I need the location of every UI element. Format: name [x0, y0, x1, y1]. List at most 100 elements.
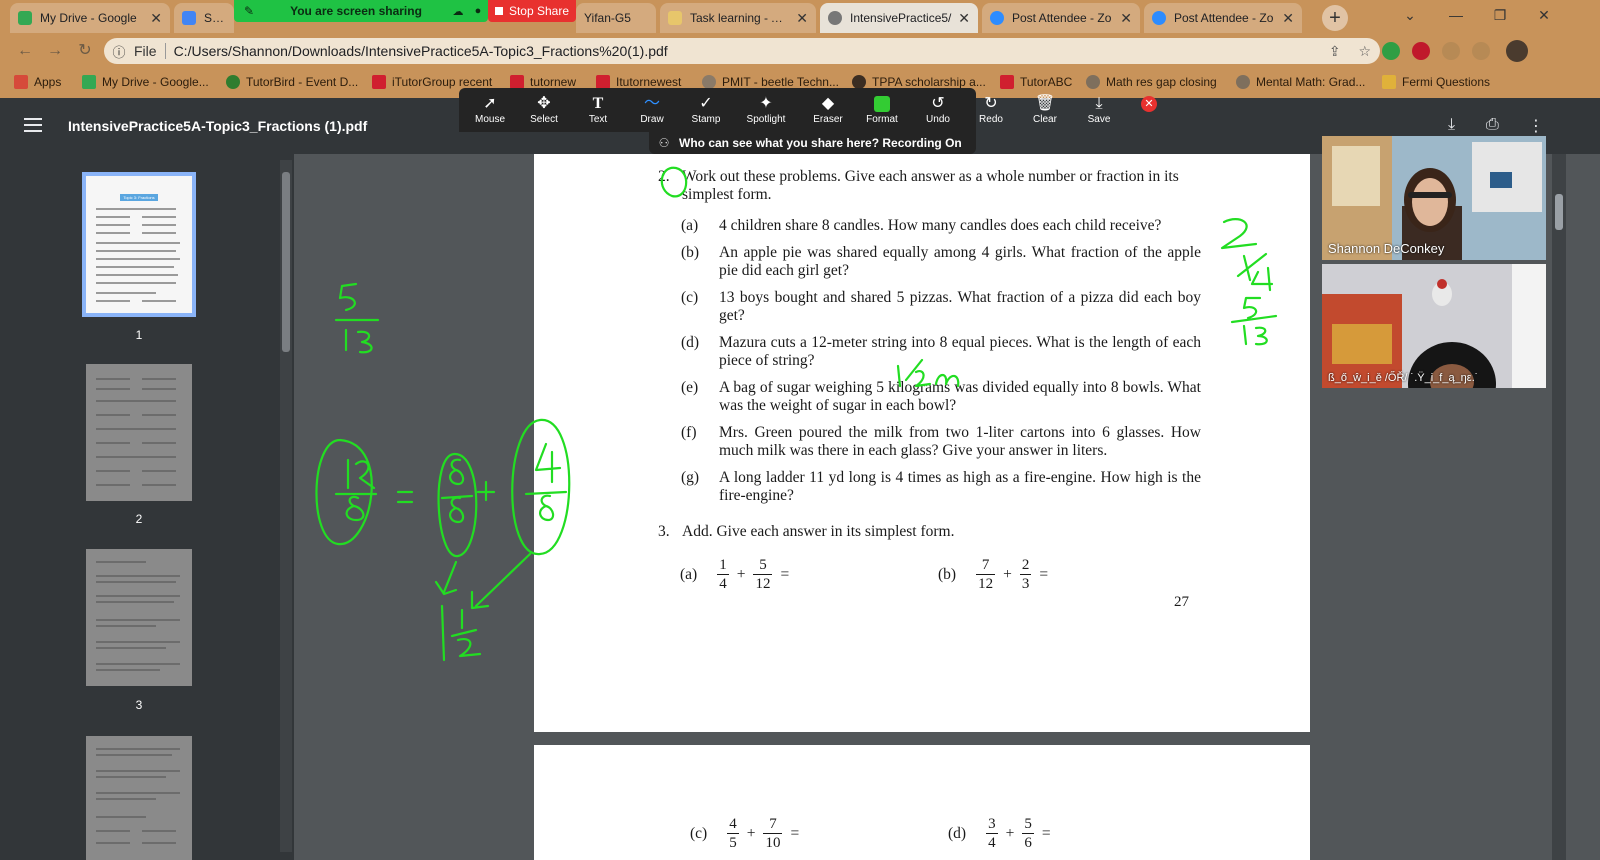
extension-icon[interactable]: [1442, 42, 1460, 60]
question-part: (c) 13 boys bought and shared 5 pizzas. W…: [681, 289, 1201, 325]
close-icon[interactable]: ✕: [1282, 10, 1294, 27]
bookmark-label: TutorABC: [1020, 75, 1073, 89]
bookmark-item[interactable]: TutorABC: [1000, 75, 1072, 89]
tab-title: Task learning - Aca: [690, 11, 791, 25]
drag-handle-icon[interactable]: ✎: [234, 4, 264, 18]
text-tool[interactable]: T Text: [571, 94, 625, 130]
bookmark-item[interactable]: TutorBird - Event D...: [226, 75, 358, 89]
browser-tab[interactable]: Sept: [174, 3, 234, 33]
bookmark-item[interactable]: PMIT - beetle Techn...: [702, 75, 839, 89]
close-window-button[interactable]: ✕: [1522, 0, 1566, 32]
part-text: A long ladder 11 yd long is 4 times as h…: [719, 469, 1201, 504]
part-text: An apple pie was shared equally among 4 …: [719, 244, 1201, 279]
question-number: 2.: [658, 168, 670, 185]
close-icon[interactable]: ✕: [150, 10, 162, 27]
star-icon[interactable]: ☆: [1359, 43, 1372, 60]
page-thumbnail[interactable]: [86, 549, 192, 686]
draw-tool[interactable]: 〜 Draw: [625, 94, 679, 130]
scroll-thumb[interactable]: [1555, 194, 1563, 230]
close-icon[interactable]: ✕: [958, 10, 970, 27]
bookmark-item[interactable]: Mental Math: Grad...: [1236, 75, 1365, 89]
new-tab-button[interactable]: +: [1322, 5, 1348, 31]
page-thumbnail[interactable]: [86, 736, 192, 860]
minimize-button[interactable]: —: [1434, 0, 1478, 32]
page-thumbnail[interactable]: Topic 3: Fractions: [82, 172, 196, 317]
puzzle-icon[interactable]: [1472, 42, 1490, 60]
restore-button[interactable]: ❐: [1478, 0, 1522, 32]
more-options-icon[interactable]: ⋮: [1528, 116, 1544, 136]
info-icon[interactable]: ⓘ: [104, 42, 134, 61]
participant-video-tile[interactable]: Shannon DeConkey: [1322, 136, 1546, 260]
part-label: (c): [690, 824, 708, 842]
eraser-icon: ◆: [821, 95, 835, 112]
part-label: (b): [681, 244, 700, 261]
stamp-tool[interactable]: ✓ Stamp: [679, 94, 733, 130]
bookmark-item[interactable]: Math res gap closing: [1086, 75, 1217, 89]
download-icon[interactable]: ⤓: [1448, 116, 1455, 134]
select-tool[interactable]: ✥ Select: [517, 94, 571, 130]
question-part: (e) A bag of sugar weighing 5 kilograms w…: [681, 379, 1201, 415]
back-arrow-icon[interactable]: ←: [14, 40, 36, 62]
bookmark-item[interactable]: iTutorGroup recent: [372, 75, 492, 89]
itutor-icon: [372, 75, 386, 89]
fraction: 45: [727, 815, 739, 852]
part-text: 4 children share 8 candles. How many can…: [719, 217, 1162, 234]
scroll-thumb[interactable]: [282, 172, 290, 352]
browser-tab[interactable]: Yifan-G5: [576, 3, 656, 33]
globe-icon: [702, 75, 716, 89]
print-icon[interactable]: ⎙: [1486, 116, 1499, 134]
bookmark-label: iTutorGroup recent: [392, 75, 493, 89]
undo-button[interactable]: ↺ Undo: [911, 94, 965, 130]
squiggle-icon: 〜: [643, 95, 660, 112]
bookmark-item[interactable]: My Drive - Google...: [82, 75, 209, 89]
tool-label: Format: [866, 114, 898, 125]
omnibox[interactable]: ⓘ File C:/Users/Shannon/Downloads/Intens…: [104, 38, 1380, 64]
bookmark-item[interactable]: tutornew: [510, 75, 576, 89]
lightbulb-icon: [1382, 75, 1396, 89]
url-text[interactable]: C:/Users/Shannon/Downloads/IntensivePrac…: [174, 43, 1320, 59]
tab-title: Sept: [204, 11, 226, 25]
forward-arrow-icon[interactable]: →: [44, 40, 66, 62]
browser-tab[interactable]: Task learning - Aca ✕: [660, 3, 816, 33]
redo-button[interactable]: ↻ Redo: [964, 94, 1018, 130]
mouse-tool[interactable]: ➚ Mouse: [463, 94, 517, 130]
bookmark-item[interactable]: Fermi Questions: [1382, 75, 1490, 89]
bird-icon: [226, 75, 240, 89]
bookmark-label: TutorBird - Event D...: [246, 75, 359, 89]
browser-tab[interactable]: Post Attendee - Zo ✕: [1144, 3, 1302, 33]
recording-notice-bar[interactable]: ⚇ Who can see what you share here? Recor…: [649, 132, 976, 154]
denominator: 6: [1024, 835, 1032, 851]
browser-tab-active[interactable]: IntensivePractice5/ ✕: [820, 3, 978, 33]
close-annotation-button[interactable]: ✕: [1141, 96, 1157, 112]
document-scrollbar[interactable]: [1552, 154, 1566, 860]
menu-icon[interactable]: [24, 118, 42, 132]
reload-icon[interactable]: ↻: [74, 40, 96, 62]
page-thumbnail[interactable]: [86, 364, 192, 501]
share-icon[interactable]: ⇪: [1329, 43, 1341, 60]
thumbnail-title: Topic 3: Fractions: [120, 194, 158, 201]
browser-tab[interactable]: My Drive - Google ✕: [10, 3, 170, 33]
clear-button[interactable]: 🗑 Clear: [1018, 94, 1072, 130]
ublock-icon[interactable]: [1412, 42, 1430, 60]
bookmark-item[interactable]: Apps: [14, 75, 61, 89]
ink-ellipse-twelve-eighths: [315, 438, 373, 546]
format-tool[interactable]: Format: [855, 94, 909, 130]
participant-video-tile[interactable]: ß_ő_ŵ_i_ě /ŐŘ/ ˙.Ÿ_i_f_ą_ŋε.˙: [1322, 264, 1546, 388]
extension-icon[interactable]: [1382, 42, 1400, 60]
spotlight-tool[interactable]: ✦ Spotlight: [739, 94, 793, 130]
sidebar-scrollbar[interactable]: [280, 160, 292, 852]
denominator: 12: [755, 576, 771, 592]
save-button[interactable]: ⤓ Save: [1072, 94, 1126, 130]
close-icon[interactable]: ✕: [1120, 10, 1132, 27]
shield-icon: ●: [474, 5, 482, 17]
question-part: (f) Mrs. Green poured the milk from two 1…: [681, 424, 1201, 460]
screen-sharing-banner[interactable]: ✎ You are screen sharing ☁ ●: [234, 0, 488, 22]
bookmark-item[interactable]: TPPA scholarship a...: [852, 75, 986, 89]
chevron-down-icon[interactable]: ⌄: [1388, 0, 1432, 32]
browser-tab[interactable]: Post Attendee - Zo ✕: [982, 3, 1140, 33]
eraser-tool[interactable]: ◆ Eraser: [801, 94, 855, 130]
stop-share-button[interactable]: Stop Share: [488, 0, 576, 22]
close-icon[interactable]: ✕: [796, 10, 808, 27]
avatar[interactable]: [1506, 40, 1528, 62]
bookmark-item[interactable]: Itutornewest: [596, 75, 681, 89]
